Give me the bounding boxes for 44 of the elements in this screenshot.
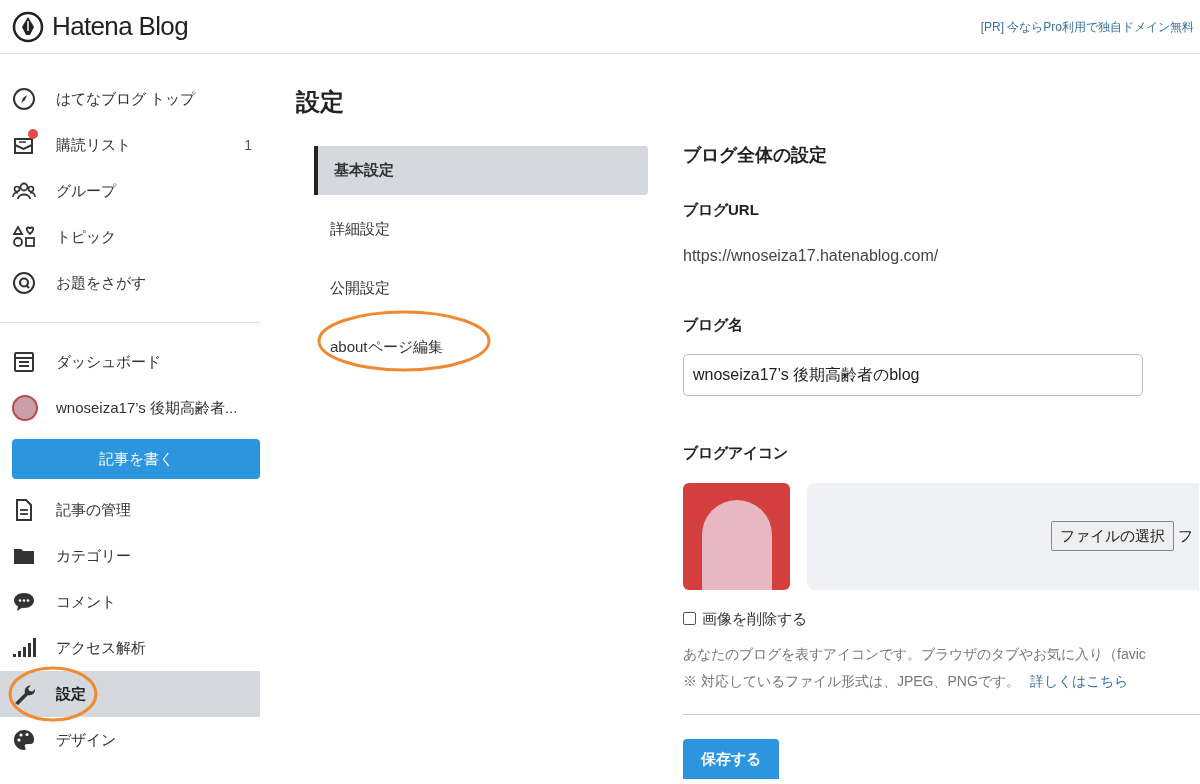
note-text: ※ 対応しているファイル形式は、JPEG、PNGです。	[683, 672, 1020, 691]
shapes-icon	[12, 225, 36, 249]
count-text: 1	[244, 135, 252, 155]
settings-tab[interactable]: 公開設定	[314, 264, 648, 313]
chat-bubble-icon	[12, 590, 36, 614]
description-text: あなたのブログを表すアイコンです。ブラウザのタブやお気に入り（favic	[683, 645, 1147, 664]
details-link[interactable]: 詳しくはこちら	[1029, 671, 1128, 692]
field-label: ブログURL	[683, 200, 760, 220]
blog-name-field[interactable]: wnoseiza17’s 後期高齢者のblog	[683, 354, 1143, 396]
blog-url: https://wnoseiza17.hatenablog.com/	[683, 245, 940, 266]
bar-chart-icon	[12, 636, 36, 660]
checkbox-label: 画像を削除する	[702, 608, 807, 629]
field-label: ブログアイコン	[683, 443, 789, 463]
sidebar-item[interactable]: wnoseiza17’s 後期高齢者...	[0, 385, 260, 431]
settings-tab[interactable]: 詳細設定	[314, 205, 648, 254]
sidebar-item[interactable]: トピック	[0, 214, 260, 260]
checkbox[interactable]	[683, 612, 696, 626]
sidebar-item[interactable]: はてなブログ トップ	[0, 76, 260, 122]
page-title: 設定	[296, 87, 345, 117]
sidebar-item[interactable]: ダッシュボード	[0, 339, 260, 385]
palette-icon	[12, 728, 36, 752]
section-heading: ブログ全体の設定	[683, 144, 828, 167]
sidebar-item[interactable]: コメント	[0, 579, 260, 625]
speech-q-icon	[12, 271, 36, 295]
sidebar-item[interactable]: デザイン	[0, 717, 260, 763]
sidebar-item[interactable]: グループ	[0, 168, 260, 214]
sidebar-item[interactable]: アクセス解析	[0, 625, 260, 671]
sidebar-item[interactable]: 設定	[0, 671, 260, 717]
file-select-button[interactable]: ファイルの選択	[1051, 521, 1174, 551]
avatar-placeholder	[12, 395, 38, 421]
sidebar-item[interactable]: 購読リスト 1	[0, 122, 260, 168]
compass-icon	[12, 87, 36, 111]
sidebar-item[interactable]: 記事の管理	[0, 487, 260, 533]
dashboard-icon	[12, 350, 36, 374]
sidebar-item[interactable]: カテゴリー	[0, 533, 260, 579]
file-status-text: フ	[1178, 525, 1193, 546]
field-label: ブログ名	[683, 314, 744, 335]
settings-tab[interactable]: 基本設定	[314, 146, 648, 195]
ad-link[interactable]: [PR] 今ならPro利用で独自ドメイン無料	[980, 17, 1194, 36]
pen-nib-icon	[12, 10, 44, 43]
sidebar-item[interactable]: お題をさがす	[0, 260, 260, 306]
settings-tab[interactable]: aboutページ編集	[314, 323, 648, 372]
logo-text[interactable]: Hatena Blog	[52, 7, 188, 46]
file-drop-area[interactable]: ファイルの選択 フ	[807, 482, 1199, 590]
